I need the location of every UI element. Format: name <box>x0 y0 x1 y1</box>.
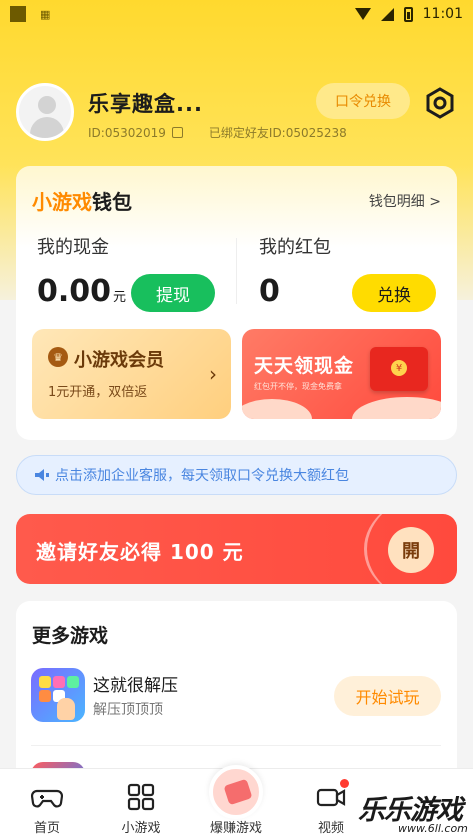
notification-icon <box>10 6 26 22</box>
daily-cash-subtitle: 红包开不停，现金免费拿 <box>254 382 342 391</box>
status-time: 11:01 <box>422 6 463 22</box>
wifi-icon <box>354 8 371 20</box>
open-button[interactable]: 開 <box>388 527 434 573</box>
invite-banner[interactable]: 邀请好友必得 100 元 開 <box>16 514 457 584</box>
daily-cash-title: 天天领现金 <box>254 355 355 377</box>
service-notice-banner[interactable]: 点击添加企业客服，每天领取口令兑换大额红包 <box>16 455 457 495</box>
battery-icon <box>403 6 413 22</box>
grid-icon <box>127 783 155 811</box>
game-name: 这就很解压 <box>93 676 178 696</box>
invite-text: 邀请好友必得 100 元 <box>36 540 244 564</box>
profile-header: 乐享趣盒... ID:05302019 已绑定好友ID:05025238 口令兑… <box>16 83 457 145</box>
withdraw-button[interactable]: 提现 <box>131 274 215 312</box>
cash-amount: 0.00 元 <box>37 274 127 309</box>
tab-earn-games[interactable]: 爆赚游戏 <box>189 765 283 840</box>
nickname[interactable]: 乐享趣盒... <box>88 88 203 118</box>
game-app-icon[interactable] <box>31 668 85 722</box>
more-games-title: 更多游戏 <box>32 625 109 647</box>
watermark-url: www.6ll.com <box>398 822 468 835</box>
user-id: ID:05302019 <box>88 125 166 140</box>
app-grid-icon: ▦ <box>40 7 51 21</box>
settings-icon[interactable] <box>423 86 457 120</box>
red-envelope-icon: ¥ <box>370 347 428 391</box>
redpacket-amount: 0 <box>259 274 280 309</box>
wallet-detail-link[interactable]: 钱包明细 > <box>369 191 441 211</box>
avatar[interactable] <box>16 83 74 141</box>
exchange-button[interactable]: 兑换 <box>352 274 436 312</box>
cloud-decoration <box>352 397 441 419</box>
divider <box>236 238 237 304</box>
notice-text: 点击添加企业客服，每天领取口令兑换大额红包 <box>55 468 349 484</box>
cloud-decoration <box>242 399 312 419</box>
gamepad-icon <box>31 789 63 808</box>
daily-cash-card[interactable]: 天天领现金 红包开不停，现金免费拿 ¥ <box>242 329 441 419</box>
redeem-code-button[interactable]: 口令兑换 <box>316 83 410 119</box>
redpacket-label: 我的红包 <box>259 237 331 258</box>
notification-dot <box>340 779 349 788</box>
signal-icon <box>380 7 394 21</box>
start-trial-button[interactable]: 开始试玩 <box>334 676 441 716</box>
copy-icon[interactable] <box>171 127 183 138</box>
id-row: ID:05302019 已绑定好友ID:05025238 <box>88 124 347 141</box>
vip-card[interactable]: ♛ 小游戏会员 1元开通，双倍返 › <box>32 329 231 419</box>
bound-friend-id: 已绑定好友ID:05025238 <box>208 126 347 140</box>
divider <box>31 745 441 746</box>
wallet-title: 小游戏钱包 <box>32 190 132 214</box>
crown-icon: ♛ <box>48 347 68 367</box>
vip-title: 小游戏会员 <box>74 350 164 371</box>
cash-label: 我的现金 <box>37 237 109 258</box>
tab-minigames[interactable]: 小游戏 <box>94 769 188 840</box>
speaker-icon <box>35 469 49 481</box>
money-icon <box>209 765 263 819</box>
tab-label: 小游戏 <box>121 821 161 836</box>
wallet-card: 小游戏钱包 钱包明细 > 我的现金 0.00 元 提现 我的红包 0 兑换 ♛ 小… <box>16 166 457 440</box>
site-watermark: 乐乐游戏 www.6ll.com <box>358 786 473 840</box>
status-bar: ▦ 11:01 <box>0 0 473 28</box>
tab-label: 爆赚游戏 <box>209 821 262 836</box>
game-description: 解压顶顶顶 <box>93 702 163 718</box>
chevron-right-icon: › <box>209 362 217 386</box>
vip-subtitle: 1元开通，双倍返 <box>48 385 148 400</box>
tab-home[interactable]: 首页 <box>0 769 94 840</box>
tab-label: 首页 <box>33 821 60 836</box>
